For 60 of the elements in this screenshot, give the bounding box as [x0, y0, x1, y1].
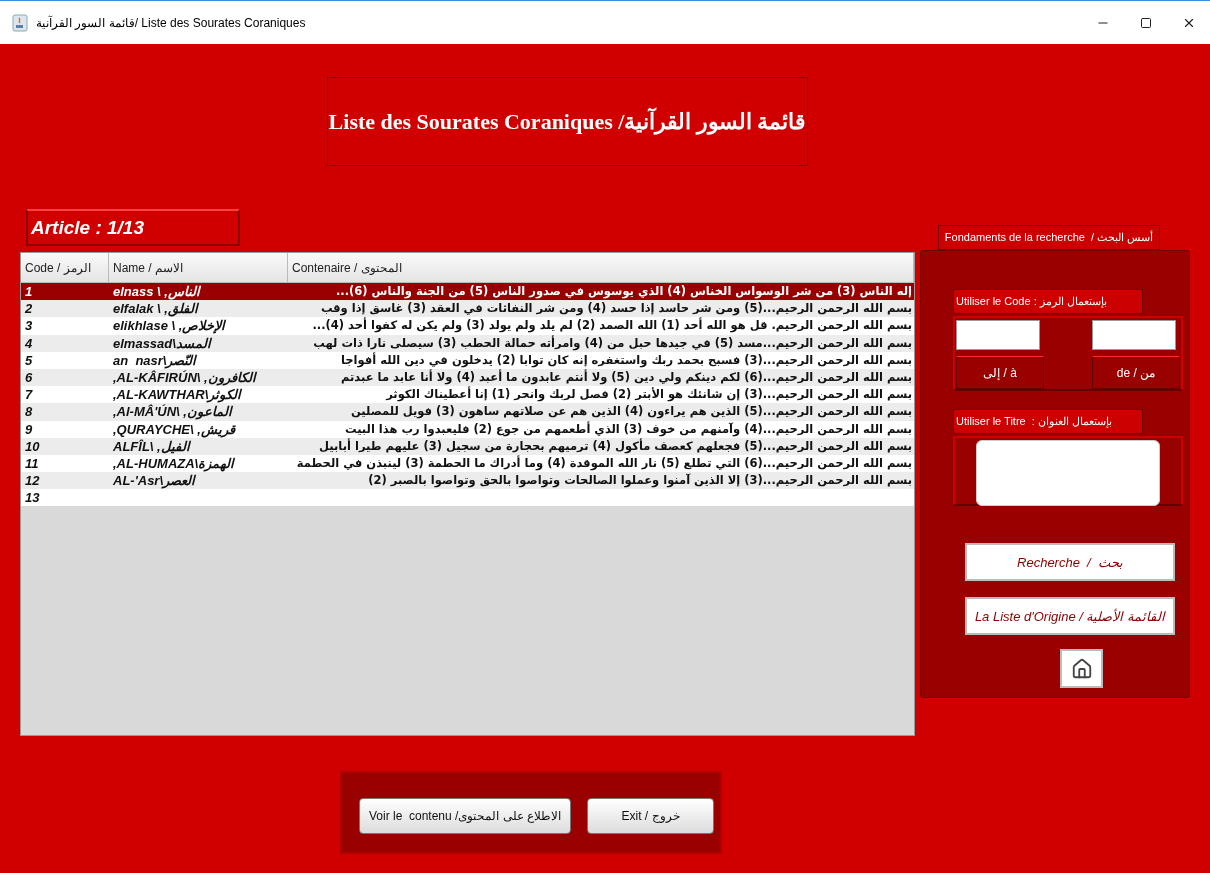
page-heading: Liste des Sourates Coraniques /قائمة السور القرآنية [327, 77, 808, 166]
search-button[interactable]: Recherche / بحث [965, 543, 1175, 581]
name-cell-text: ,QURAYCHE\ ,قريش [112, 420, 237, 438]
table-row[interactable]: 13 [21, 489, 914, 507]
home-button[interactable] [1060, 649, 1103, 688]
content-cell-text: بسم الله الرحمن الرحيم...(5) ومن شر حاسد إذا حسد (4) ومن شر النفاثات في العقد (3) غاسق إذا وقب [319, 300, 913, 317]
exit-button[interactable]: Exit / خروج [587, 798, 714, 834]
content-cell-text: بسم الله الرحمن الرحيم...مسد (5) في جيدها حبل من (4) وامرأته حمالة الحطب (3) سيصلى نارا ذات لهب [312, 334, 913, 352]
code-cell-text: 1 [24, 283, 34, 301]
name-cell-text: elikhlase \ ,الإخلاص [112, 317, 227, 335]
title-label: Utiliser le Titre : بإستعمال العنوان [953, 409, 1143, 434]
name-cell-text: elnass \ ,الناس [112, 283, 202, 301]
code-cell-text: 3 [24, 317, 34, 335]
code-cell-text: 9 [24, 420, 34, 438]
from-label: de / من [1092, 356, 1180, 389]
content-cell-text: بسم الله الرحمن الرحيم...(4) وآمنهم من خوف (3) الذي أطعمهم من جوع (2) فليعبدوا رب هذا البيت [344, 420, 913, 438]
to-code-field[interactable] [956, 320, 1040, 350]
name-cell-text: ,AL-HUMAZA\الهمزة [112, 454, 236, 473]
name-cell-text: elmassad\المسد [112, 334, 213, 352]
content-cell-text: بسم الله الرحمن الرحيم. قل هو الله أحد (1) الله الصمد (2) لم يلد ولم يولد (3) ولم يكن له كفوا أحد (4)... [311, 317, 913, 335]
name-cell-text: ,AL-KAWTHAR\الكوثر [112, 386, 243, 404]
content-cell-text: بسم الله الرحمن الرحيم...(5) الذين هم يراءون (4) الذين هم عن صلاتهم ساهون (3) فويل للمصلين [350, 403, 913, 421]
code-cell-text: 6 [24, 368, 34, 387]
java-cup-icon [12, 13, 28, 32]
code-cell-text: 5 [24, 351, 34, 369]
house-icon [1070, 657, 1093, 680]
name-cell-text: ,AL-KÂFIRÚN\ ,الكافرون [112, 369, 258, 387]
content-cell-text: بسم الله الرحمن الرحيم...(6) التي تطلع (5) نار الله الموقدة (4) وما أدراك ما الحطمة (3) لينبذن في الحطمة [295, 454, 913, 473]
code-cell-text: 2 [24, 300, 34, 318]
content-cell-text: بسم الله الرحمن الرحيم...(3) إلا الذين آمنوا وعملوا الصالحات وتواصوا بالحق وتواصوا بالصبر (2) [367, 472, 913, 490]
code-cell-text: 13 [24, 489, 41, 507]
content-cell-text: بسم الله الرحمن الرحيم...(5) فجعلهم كعصف مأكول (4) ترميهم بحجارة من سجيل (3) عليهم طيرا أبابيل [318, 437, 913, 455]
name-cell-text: elfalak \ ,الفلق [112, 300, 200, 318]
name-cell-text: ALFÎL\ ,الفيل [112, 437, 192, 455]
content-cell-text: إله الناس (3) من شر الوسواس الخناس (4) الذي يوسوس في صدور الناس (5) من الجنة والناس (6)... [334, 283, 913, 301]
name-cell-text: an nasr\النّصر [112, 351, 198, 369]
from-code-field[interactable] [1092, 320, 1176, 350]
code-cell-text: 8 [24, 403, 34, 421]
maximize-icon[interactable] [1140, 16, 1152, 29]
column-header[interactable]: Contenaire / المحتوى [288, 253, 914, 282]
code-cell-text: 7 [24, 386, 34, 404]
code-label: Utiliser le Code : بإستعمال الرمز [953, 289, 1143, 314]
column-header[interactable]: Code / الرمز [21, 253, 109, 282]
content-cell-text: بسم الله الرحمن الرحيم...(3) إن شانئك هو الأبتر (2) فصل لربك وانحر (1) إنا أعطيناك الكوثر [384, 386, 913, 404]
column-header[interactable]: Name / الاسم [109, 253, 288, 282]
title-field[interactable] [976, 440, 1160, 506]
content-cell-text: بسم الله الرحمن الرحيم...(3) فسبح بحمد ربك واستغفره إنه كان توابا (2) يدخلون في دين الله أفواجا [340, 351, 913, 369]
to-label: إلى / à [956, 356, 1044, 389]
search-panel-title: Fondaments de la recherche / أسس البحث [938, 225, 1160, 250]
code-cell-text: 4 [24, 334, 34, 352]
article-counter: Article : 1/13 [26, 209, 240, 246]
name-cell-text: AL-'Asr\العصر [112, 472, 197, 490]
name-cell-text: ,Al-MÂ'ÚN\ ,الماعون [112, 403, 234, 421]
view-content-button[interactable]: Voir le contenu /الاطلاع على المحتوى [359, 798, 571, 834]
window-title: قائمة السور القرآنية/ Liste des Sourates Coraniques [36, 15, 306, 30]
code-cell-text: 10 [24, 437, 41, 455]
code-cell-text: 12 [24, 472, 41, 490]
content-cell-text: بسم الله الرحمن الرحيم...(6) لكم دينكم ولي دين (5) ولا أنتم عابدون ما أعبد (4) ولا أنا عابد ما عبدتم [340, 368, 913, 386]
code-cell-text: 11 [24, 454, 40, 473]
original-list-button[interactable]: La Liste d'Origine / القائمة الأصلية [965, 597, 1175, 635]
